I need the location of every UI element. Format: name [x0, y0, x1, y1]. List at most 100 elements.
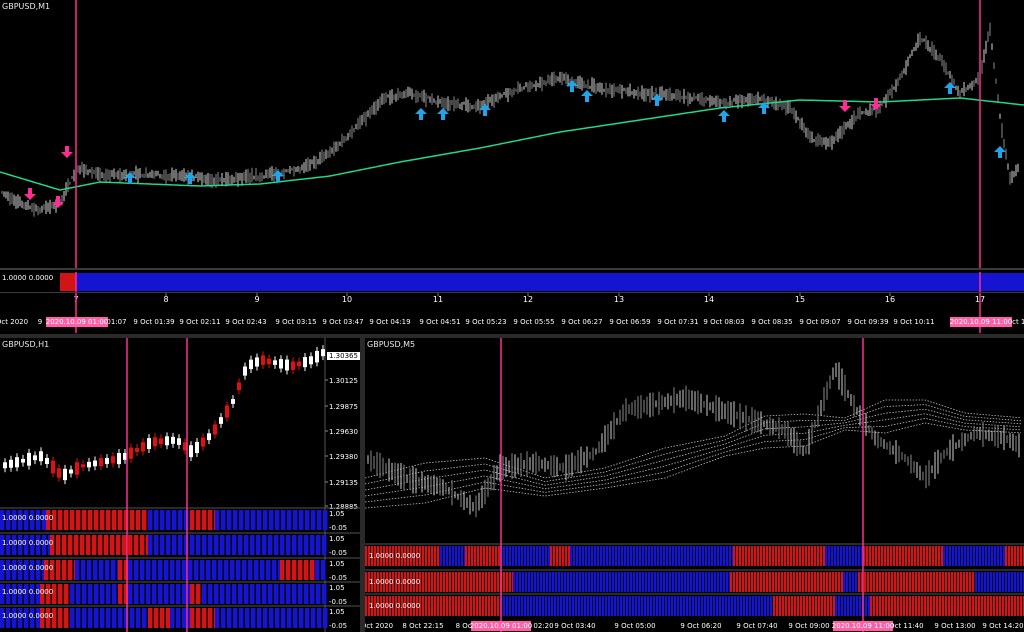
m5-indicator-bar — [887, 546, 890, 566]
h1-indicator-bar — [260, 560, 265, 580]
time-label: 9 Oct 08:35 — [751, 318, 792, 326]
m5-indicator-bar — [542, 546, 545, 566]
h1-candle — [297, 361, 301, 367]
m5-indicator-bar — [985, 546, 988, 566]
m5-indicator-bar — [843, 572, 846, 592]
m5-indicator-bar — [687, 572, 690, 592]
m5-indicator-bar — [627, 546, 630, 566]
m5-indicator-bar — [470, 596, 473, 616]
m5-indicator-bar — [949, 546, 952, 566]
m5-indicator-bar — [927, 596, 930, 616]
h1-chart-pane[interactable]: GBPUSD,H1 1.30125 1.29875 1.29630 1.29380 1.… — [0, 338, 360, 632]
m5-indicator-label: 1.0000 0.0000 — [369, 602, 420, 610]
h1-candle — [201, 437, 205, 447]
m5-indicator-bar — [939, 572, 942, 592]
m5-indicator-bar — [921, 596, 924, 616]
m5-indicator-bar — [512, 546, 515, 566]
h1-candle — [135, 448, 139, 452]
m5-indicator-bar — [835, 572, 838, 592]
m5-indicator-bar — [662, 596, 665, 616]
h1-indicator-bar — [212, 560, 217, 580]
h1-indicator-bar — [239, 608, 244, 628]
m5-indicator-bar — [875, 546, 878, 566]
m5-indicator-bar — [521, 596, 524, 616]
m5-indicator-bar — [473, 596, 476, 616]
m5-price-chart[interactable]: 1.0000 0.0000 1.0000 0.0000 1.0000 0.0000 O… — [365, 338, 1024, 632]
m5-indicator-bar — [993, 572, 996, 592]
m5-indicator-bar — [606, 546, 609, 566]
m5-indicator-bar — [754, 572, 757, 592]
m5-indicator-bar — [569, 596, 572, 616]
h1-indicator-bar — [305, 608, 310, 628]
m5-indicator-bar — [870, 572, 873, 592]
m5-indicator-bar — [736, 546, 739, 566]
m5-chart-pane[interactable]: GBPUSD,M5 1.0000 0.0000 1.0000 0.0000 1.00… — [365, 338, 1024, 632]
h1-candle — [99, 458, 103, 467]
m5-indicator-bar — [912, 572, 915, 592]
h1-indicator-bar — [221, 510, 226, 530]
m5-indicator-bar — [1017, 546, 1020, 566]
m5-indicator-bar — [859, 596, 862, 616]
h1-indicator-bar — [208, 510, 213, 530]
h1-indicator-bar — [190, 535, 195, 555]
h1-price-level: 1.29380 — [329, 453, 358, 461]
m5-indicator-bar — [720, 572, 723, 592]
h1-candle — [75, 462, 79, 475]
m5-indicator-bar — [533, 596, 536, 616]
h1-price-chart[interactable]: 1.301251.298751.296301.293801.291351.288… — [0, 338, 360, 632]
m5-indicator-bar — [827, 596, 830, 616]
m5-indicator-bar — [899, 546, 902, 566]
m5-indicator-bar — [1011, 596, 1014, 616]
m5-indicator-label: 1.0000 0.0000 — [369, 578, 420, 586]
h1-indicator-bar — [64, 608, 69, 628]
h1-indicator-bar — [82, 608, 87, 628]
m5-indicator-bar — [972, 596, 975, 616]
buy-arrow-icon — [651, 94, 663, 106]
m5-indicator-bar — [657, 546, 660, 566]
m5-indicator-bar — [642, 572, 645, 592]
h1-candle — [225, 405, 229, 418]
m5-indicator-bar — [769, 572, 772, 592]
h1-indicator-bar — [112, 608, 117, 628]
m5-indicator-bar — [914, 546, 917, 566]
m5-indicator-bar — [562, 546, 565, 566]
h1-indicator-bar — [208, 584, 213, 604]
main-chart-pane[interactable]: GBPUSD,M1 1.0000 0.0000 7891011121314151… — [0, 0, 1024, 334]
m5-indicator-bar — [1005, 572, 1008, 592]
m5-indicator-bar — [802, 572, 805, 592]
time-label: 9 Oct 05:55 — [513, 318, 554, 326]
m5-indicator-bar — [485, 596, 488, 616]
m5-indicator-bar — [497, 572, 500, 592]
h1-indicator-bar — [251, 608, 256, 628]
m5-indicator-bar — [556, 546, 559, 566]
hour-label: 11 — [433, 295, 443, 304]
h1-indicator-bar — [99, 560, 104, 580]
m5-indicator-bar — [960, 596, 963, 616]
m5-indicator-bar — [820, 546, 823, 566]
h1-candle — [117, 453, 121, 465]
m5-indicator-bar — [731, 596, 734, 616]
h1-indicator-bar — [232, 535, 237, 555]
m5-indicator-bar — [834, 546, 837, 566]
m5-indicator-bar — [690, 572, 693, 592]
main-price-chart[interactable] — [0, 0, 1024, 268]
h1-indicator-bar — [146, 584, 151, 604]
h1-indicator-bar — [322, 584, 327, 604]
m5-indicator-bar — [818, 596, 821, 616]
m5-indicator-bar — [696, 572, 699, 592]
m5-indicator-bar — [945, 596, 948, 616]
m5-indicator-bar — [635, 596, 638, 616]
m5-indicator-bar — [618, 546, 621, 566]
h1-indicator-bar — [58, 584, 63, 604]
m5-indicator-bar — [492, 546, 495, 566]
m5-indicator-bar — [802, 546, 805, 566]
m5-indicator-bar — [425, 572, 428, 592]
main-indicator-strip[interactable] — [0, 272, 1024, 292]
time-label: 9 Oct 04:19 — [369, 318, 410, 326]
m5-indicator-bar — [958, 546, 961, 566]
m5-indicator-bar — [449, 546, 452, 566]
h1-candle — [63, 468, 67, 481]
h1-indicator-bar — [106, 510, 111, 530]
m5-time-label: 9 Oct 06:20 — [680, 622, 721, 630]
m5-indicator-bar — [990, 572, 993, 592]
